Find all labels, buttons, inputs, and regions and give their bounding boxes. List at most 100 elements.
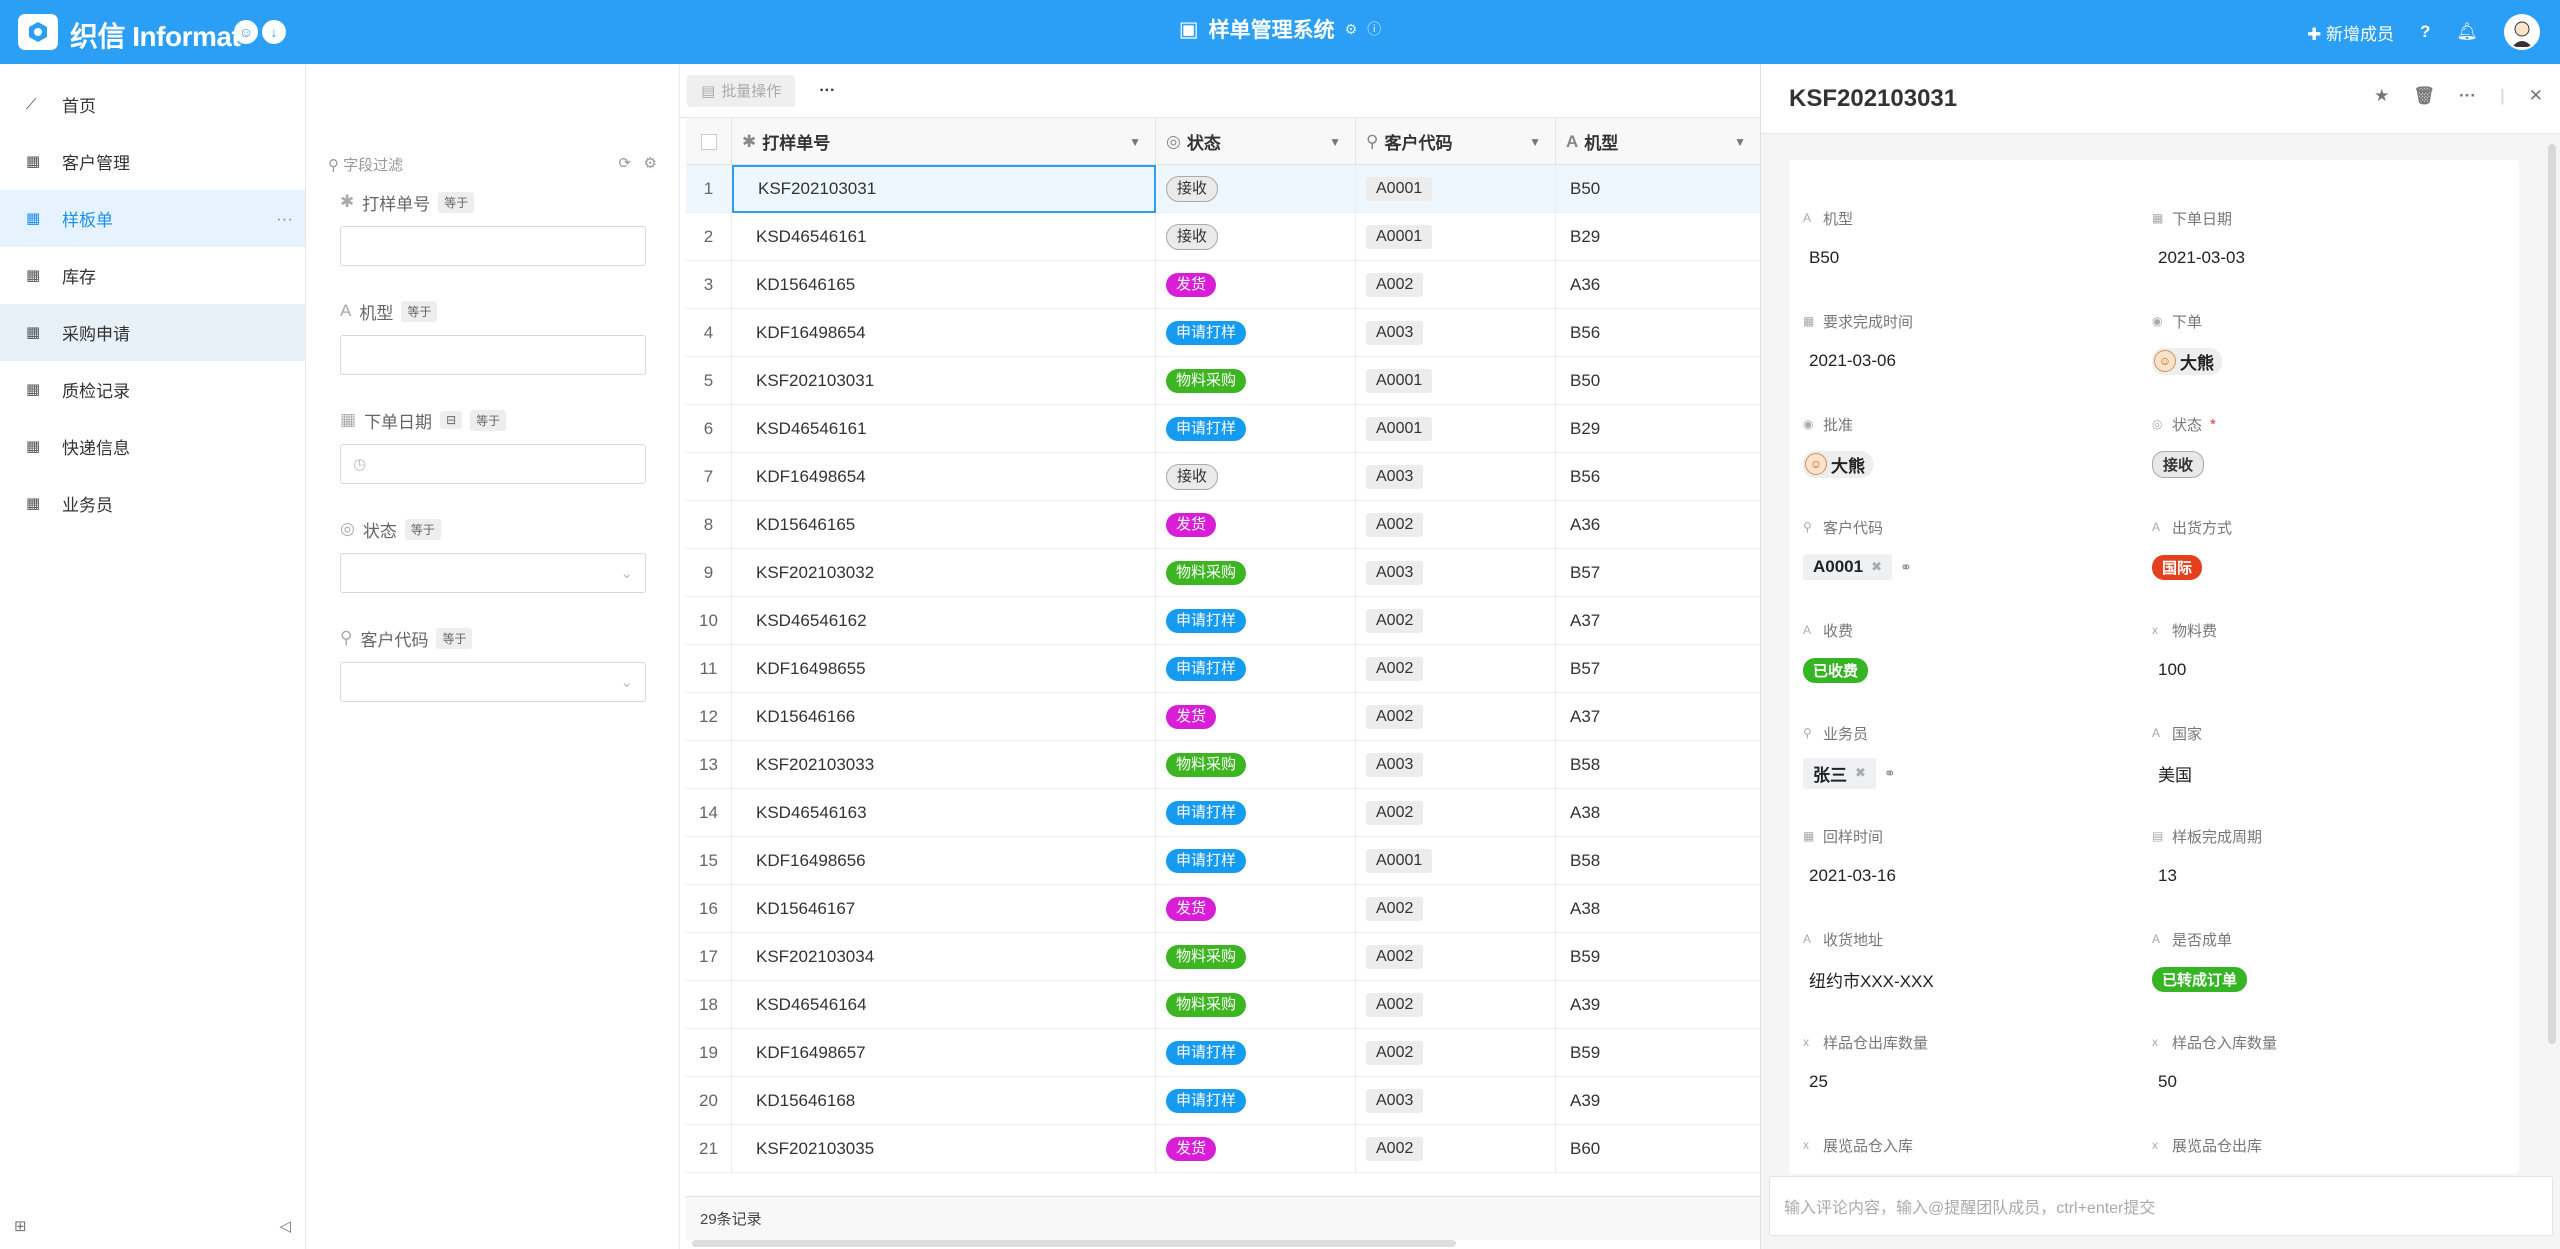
- filter-op-tag[interactable]: 等于: [401, 300, 438, 322]
- table-row[interactable]: 18 KSD46546164 物料采购 A002 A39: [686, 980, 1760, 1029]
- caret-down-icon[interactable]: ▼: [1329, 135, 1341, 149]
- field-value[interactable]: 美国: [2152, 759, 2492, 787]
- more-icon[interactable]: ···: [2459, 86, 2476, 106]
- cell-status[interactable]: 接收: [1156, 164, 1356, 213]
- cell-order-no[interactable]: KSD46546163: [732, 788, 1156, 837]
- cell-model[interactable]: B56: [1556, 453, 1760, 501]
- cell-model[interactable]: A38: [1556, 885, 1760, 933]
- cell-customer-code[interactable]: A002: [1356, 596, 1556, 645]
- cell-status[interactable]: 发货: [1156, 260, 1356, 309]
- profile-avatar[interactable]: [2504, 14, 2540, 50]
- cell-customer-code[interactable]: A003: [1356, 548, 1556, 597]
- column-header-model[interactable]: A 机型 ▼: [1556, 118, 1760, 165]
- trash-icon[interactable]: 🗑︎: [2413, 86, 2435, 106]
- model-input[interactable]: [340, 335, 646, 375]
- column-header-order-no[interactable]: ✱ 打样单号 ▼: [732, 118, 1156, 165]
- table-row[interactable]: 19 KDF16498657 申请打样 A002 B59: [686, 1028, 1760, 1077]
- table-row[interactable]: 20 KD15646168 申请打样 A003 A39: [686, 1076, 1760, 1125]
- remove-icon[interactable]: ✖: [1871, 559, 1882, 575]
- link-chip[interactable]: A0001 ✖: [1803, 554, 1893, 580]
- cell-model[interactable]: B59: [1556, 933, 1760, 981]
- table-row[interactable]: 15 KDF16498656 申请打样 A0001 B58: [686, 836, 1760, 885]
- table-row[interactable]: 9 KSF202103032 物料采购 A003 B57: [686, 548, 1760, 597]
- filter-op-tag[interactable]: 等于: [404, 518, 441, 540]
- cell-order-no[interactable]: KDF16498656: [732, 836, 1156, 885]
- user-chip[interactable]: ☺ 大熊: [2152, 347, 2222, 375]
- field-value[interactable]: 国际: [2152, 553, 2492, 581]
- new-member-button[interactable]: ✚ 新增成员: [2307, 20, 2394, 45]
- refresh-icon[interactable]: ⟳: [618, 155, 631, 172]
- field-value[interactable]: ☺ 大熊: [2152, 347, 2492, 375]
- cell-customer-code[interactable]: A0001: [1356, 164, 1556, 213]
- table-row[interactable]: 6 KSD46546161 申请打样 A0001 B29: [686, 404, 1760, 453]
- column-header-customer-code[interactable]: ⚲ 客户代码 ▼: [1356, 118, 1556, 165]
- cell-status[interactable]: 发货: [1156, 500, 1356, 549]
- field-value[interactable]: 25: [1803, 1068, 2143, 1096]
- comment-input[interactable]: 输入评论内容，输入@提醒团队成员，ctrl+enter提交: [1769, 1176, 2553, 1236]
- cell-customer-code[interactable]: A0001: [1356, 836, 1556, 885]
- filter-op-tag[interactable]: 等于: [436, 627, 473, 649]
- cell-status[interactable]: 申请打样: [1156, 308, 1356, 357]
- cell-order-no[interactable]: KSF202103031: [732, 164, 1156, 213]
- cell-customer-code[interactable]: A003: [1356, 740, 1556, 789]
- cell-model[interactable]: B29: [1556, 405, 1760, 453]
- cell-order-no[interactable]: KD15646168: [732, 1076, 1156, 1125]
- cell-order-no[interactable]: KDF16498657: [732, 1028, 1156, 1077]
- cell-order-no[interactable]: KSF202103033: [732, 740, 1156, 789]
- cell-status[interactable]: 接收: [1156, 212, 1356, 261]
- table-row[interactable]: 14 KSD46546163 申请打样 A002 A38: [686, 788, 1760, 837]
- cell-model[interactable]: A39: [1556, 1077, 1760, 1125]
- caret-down-icon[interactable]: ▼: [1734, 135, 1746, 149]
- cell-status[interactable]: 申请打样: [1156, 644, 1356, 693]
- cell-customer-code[interactable]: A002: [1356, 260, 1556, 309]
- field-value[interactable]: 13: [2152, 862, 2492, 890]
- table-row[interactable]: 7 KDF16498654 接收 A003 B56: [686, 452, 1760, 501]
- cell-order-no[interactable]: KDF16498654: [732, 308, 1156, 357]
- cell-customer-code[interactable]: A002: [1356, 1124, 1556, 1173]
- cell-customer-code[interactable]: A0001: [1356, 212, 1556, 261]
- cell-status[interactable]: 申请打样: [1156, 1076, 1356, 1125]
- sidebar-item-samples[interactable]: ▦ 样板单 ···: [0, 190, 305, 247]
- sidebar-item-purchase[interactable]: ▦ 采购申请: [0, 304, 305, 361]
- cell-order-no[interactable]: KD15646165: [732, 260, 1156, 309]
- horizontal-scrollbar[interactable]: [692, 1240, 1456, 1247]
- filter-op-tag[interactable]: 等于: [438, 191, 475, 213]
- cell-customer-code[interactable]: A002: [1356, 500, 1556, 549]
- table-row[interactable]: 17 KSF202103034 物料采购 A002 B59: [686, 932, 1760, 981]
- field-value[interactable]: 2021-03-03: [2152, 244, 2492, 272]
- table-row[interactable]: 2 KSD46546161 接收 A0001 B29: [686, 212, 1760, 261]
- remove-icon[interactable]: ✖: [1855, 765, 1866, 781]
- cell-model[interactable]: B58: [1556, 741, 1760, 789]
- cell-status[interactable]: 发货: [1156, 884, 1356, 933]
- more-button[interactable]: ···: [805, 82, 849, 100]
- cell-model[interactable]: B57: [1556, 549, 1760, 597]
- cell-status[interactable]: 物料采购: [1156, 932, 1356, 981]
- vertical-scrollbar[interactable]: [2548, 144, 2556, 1044]
- cell-status[interactable]: 发货: [1156, 1124, 1356, 1173]
- field-value[interactable]: 已转成订单: [2152, 965, 2492, 993]
- cell-customer-code[interactable]: A002: [1356, 1028, 1556, 1077]
- cell-order-no[interactable]: KD15646165: [732, 500, 1156, 549]
- cell-status[interactable]: 接收: [1156, 452, 1356, 501]
- cell-status[interactable]: 物料采购: [1156, 548, 1356, 597]
- bell-icon[interactable]: 🔔︎: [2456, 22, 2478, 42]
- close-icon[interactable]: ✕: [2529, 86, 2543, 106]
- cell-model[interactable]: B56: [1556, 309, 1760, 357]
- field-value[interactable]: 纽约市XXX-XXX: [1803, 965, 2143, 993]
- field-value[interactable]: 100: [2152, 656, 2492, 684]
- cell-status[interactable]: 申请打样: [1156, 596, 1356, 645]
- cell-status[interactable]: 物料采购: [1156, 980, 1356, 1029]
- cell-customer-code[interactable]: A0001: [1356, 404, 1556, 453]
- cell-model[interactable]: A38: [1556, 789, 1760, 837]
- field-value[interactable]: 50: [2152, 1068, 2492, 1096]
- field-value[interactable]: [2152, 1171, 2492, 1174]
- filter-op-tag[interactable]: 等于: [470, 409, 507, 431]
- cell-model[interactable]: A36: [1556, 501, 1760, 549]
- batch-button[interactable]: ▤ 批量操作: [687, 74, 796, 107]
- add-icon[interactable]: ⊞: [14, 1217, 27, 1235]
- cell-status[interactable]: 物料采购: [1156, 740, 1356, 789]
- cell-status[interactable]: 申请打样: [1156, 1028, 1356, 1077]
- table-row[interactable]: 11 KDF16498655 申请打样 A002 B57: [686, 644, 1760, 693]
- link-chip[interactable]: 张三 ✖: [1803, 757, 1876, 789]
- sidebar-item-inventory[interactable]: ▦ 库存: [0, 247, 305, 304]
